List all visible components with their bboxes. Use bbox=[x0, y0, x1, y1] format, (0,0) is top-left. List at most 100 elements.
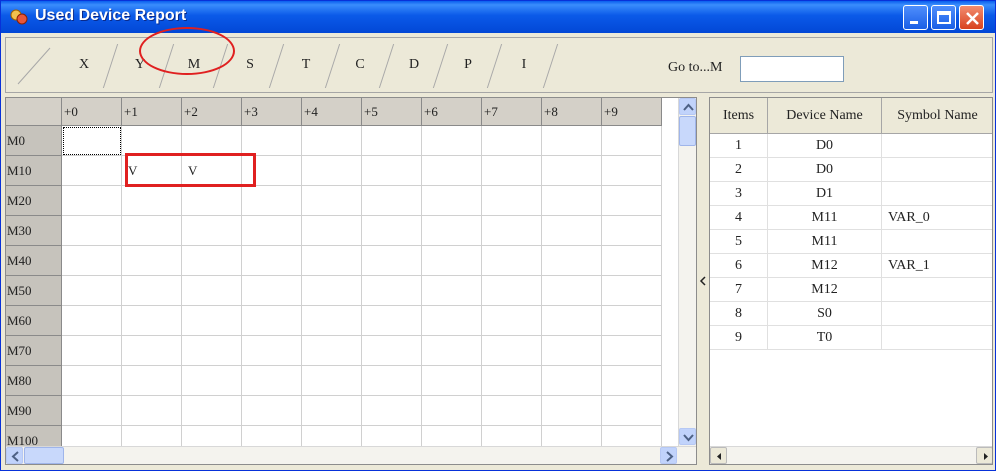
row-header[interactable]: M90 bbox=[6, 396, 62, 426]
grid-cell[interactable] bbox=[182, 336, 242, 366]
list-cell-symbol[interactable] bbox=[882, 326, 992, 350]
grid-cell[interactable] bbox=[422, 336, 482, 366]
grid-cell[interactable] bbox=[482, 156, 542, 186]
list-cell-item[interactable]: 7 bbox=[710, 278, 768, 302]
list-cell-symbol[interactable] bbox=[882, 182, 992, 206]
grid-cell[interactable] bbox=[422, 126, 482, 156]
grid-cell[interactable] bbox=[422, 156, 482, 186]
list-cell-symbol[interactable]: VAR_0 bbox=[882, 206, 992, 230]
list-cell-item[interactable]: 5 bbox=[710, 230, 768, 254]
grid-cell[interactable] bbox=[122, 276, 182, 306]
grid-cell[interactable] bbox=[602, 216, 662, 246]
list-cell-device[interactable]: M12 bbox=[768, 254, 882, 278]
column-header[interactable]: +1 bbox=[122, 98, 182, 126]
column-header[interactable]: +8 bbox=[542, 98, 602, 126]
grid-cell[interactable] bbox=[542, 126, 602, 156]
grid-cell[interactable] bbox=[602, 186, 662, 216]
grid-cell[interactable] bbox=[182, 126, 242, 156]
column-header[interactable]: +2 bbox=[182, 98, 242, 126]
list-cell-item[interactable]: 2 bbox=[710, 158, 768, 182]
grid-cell[interactable] bbox=[362, 396, 422, 426]
grid-cell[interactable] bbox=[422, 246, 482, 276]
list-cell-symbol[interactable] bbox=[882, 302, 992, 326]
grid-cell[interactable] bbox=[542, 186, 602, 216]
grid-cell[interactable] bbox=[182, 276, 242, 306]
grid-cell[interactable] bbox=[482, 186, 542, 216]
grid-cell[interactable] bbox=[122, 336, 182, 366]
grid-cell[interactable] bbox=[62, 186, 122, 216]
grid-cell[interactable] bbox=[422, 216, 482, 246]
row-header[interactable]: M80 bbox=[6, 366, 62, 396]
grid-cell[interactable] bbox=[122, 306, 182, 336]
list-scroll-left-icon[interactable] bbox=[710, 447, 727, 464]
grid-cell[interactable] bbox=[422, 396, 482, 426]
column-header[interactable]: +3 bbox=[242, 98, 302, 126]
grid-cell[interactable] bbox=[362, 156, 422, 186]
grid-cell[interactable] bbox=[482, 126, 542, 156]
tab-d[interactable]: D bbox=[392, 46, 436, 86]
list-cell-item[interactable]: 4 bbox=[710, 206, 768, 230]
grid-cell[interactable] bbox=[602, 246, 662, 276]
scroll-down-icon[interactable] bbox=[679, 428, 696, 445]
list-cell-item[interactable]: 6 bbox=[710, 254, 768, 278]
list-cell-device[interactable]: M11 bbox=[768, 206, 882, 230]
scroll-up-icon[interactable] bbox=[679, 98, 696, 115]
grid-cell[interactable] bbox=[362, 246, 422, 276]
maximize-button[interactable] bbox=[931, 5, 956, 30]
list-horizontal-scrollbar[interactable] bbox=[710, 446, 992, 464]
row-header[interactable]: M10 bbox=[6, 156, 62, 186]
row-header[interactable]: M70 bbox=[6, 336, 62, 366]
list-column-header[interactable]: Items bbox=[710, 98, 768, 134]
grid-cell[interactable] bbox=[302, 396, 362, 426]
list-cell-device[interactable]: S0 bbox=[768, 302, 882, 326]
grid-cell[interactable] bbox=[62, 306, 122, 336]
grid-cell[interactable] bbox=[482, 336, 542, 366]
grid-cell[interactable] bbox=[422, 276, 482, 306]
grid-cell[interactable] bbox=[182, 306, 242, 336]
grid-cell[interactable] bbox=[362, 336, 422, 366]
grid-cell[interactable] bbox=[362, 216, 422, 246]
goto-input[interactable] bbox=[740, 56, 844, 82]
list-cell-symbol[interactable]: VAR_1 bbox=[882, 254, 992, 278]
grid-cell[interactable] bbox=[122, 126, 182, 156]
grid-cell[interactable] bbox=[542, 216, 602, 246]
grid-cell[interactable] bbox=[362, 186, 422, 216]
collapse-arrow-icon[interactable] bbox=[699, 275, 707, 287]
grid-cell[interactable] bbox=[482, 276, 542, 306]
grid-cell[interactable] bbox=[602, 366, 662, 396]
grid-cell[interactable] bbox=[302, 216, 362, 246]
grid-cell[interactable] bbox=[602, 306, 662, 336]
column-header[interactable]: +5 bbox=[362, 98, 422, 126]
grid-cell[interactable] bbox=[362, 366, 422, 396]
scroll-left-icon[interactable] bbox=[6, 447, 23, 464]
grid-cell[interactable] bbox=[542, 396, 602, 426]
tab-x[interactable]: X bbox=[62, 46, 106, 86]
grid-cell[interactable] bbox=[602, 156, 662, 186]
grid-cell[interactable] bbox=[302, 276, 362, 306]
tab-c[interactable]: C bbox=[338, 46, 382, 86]
scroll-right-icon[interactable] bbox=[660, 447, 677, 464]
grid-cell[interactable] bbox=[242, 336, 302, 366]
grid-cell[interactable] bbox=[182, 246, 242, 276]
grid-cell[interactable] bbox=[62, 246, 122, 276]
grid-cell[interactable] bbox=[482, 396, 542, 426]
grid-cell[interactable] bbox=[602, 396, 662, 426]
grid-cell[interactable] bbox=[602, 276, 662, 306]
grid-cell[interactable] bbox=[242, 216, 302, 246]
grid-cell[interactable] bbox=[122, 216, 182, 246]
grid-cell[interactable] bbox=[302, 336, 362, 366]
list-cell-item[interactable]: 3 bbox=[710, 182, 768, 206]
list-cell-device[interactable]: M12 bbox=[768, 278, 882, 302]
grid-cell[interactable] bbox=[182, 396, 242, 426]
list-cell-item[interactable]: 1 bbox=[710, 134, 768, 158]
column-header[interactable]: +7 bbox=[482, 98, 542, 126]
grid-cell[interactable] bbox=[62, 366, 122, 396]
list-cell-device[interactable]: D0 bbox=[768, 158, 882, 182]
grid-cell[interactable] bbox=[62, 336, 122, 366]
column-header[interactable]: +4 bbox=[302, 98, 362, 126]
grid-cell[interactable] bbox=[542, 336, 602, 366]
grid-cell[interactable] bbox=[62, 126, 122, 156]
grid-cell[interactable] bbox=[242, 246, 302, 276]
grid-cell[interactable] bbox=[242, 186, 302, 216]
horizontal-scroll-thumb[interactable] bbox=[24, 447, 64, 464]
